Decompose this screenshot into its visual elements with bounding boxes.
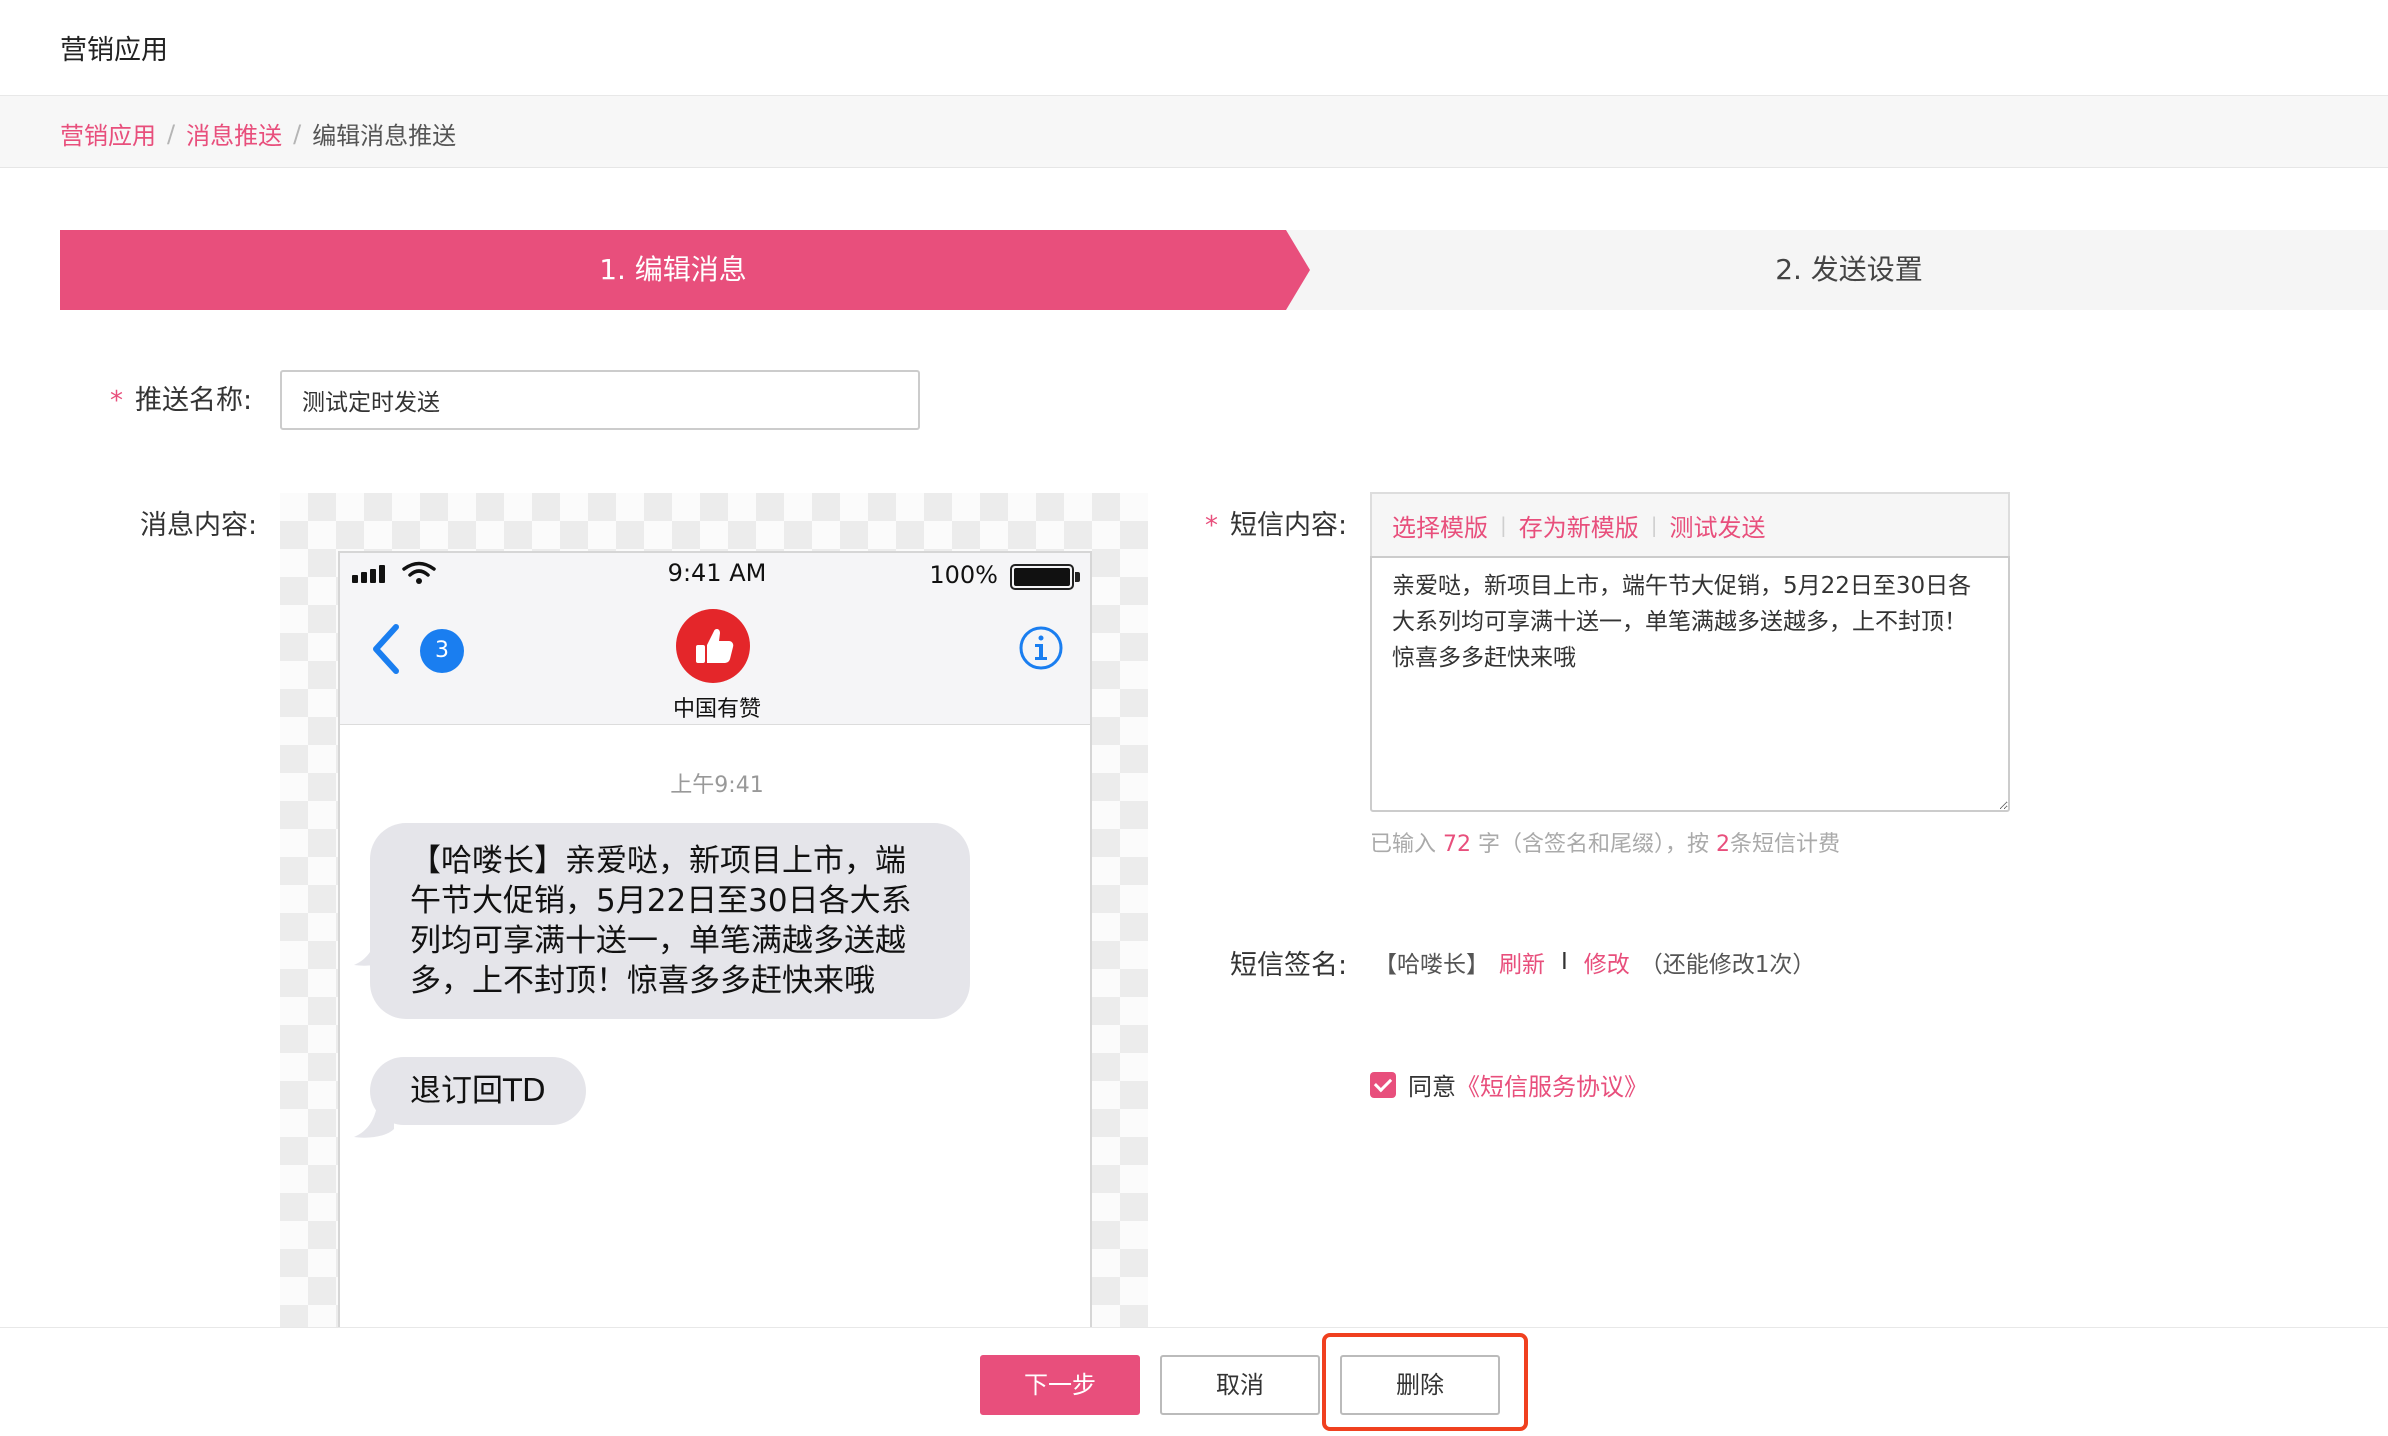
battery-percent: 100% <box>929 561 998 589</box>
step-edit-message-label: 1. 编辑消息 <box>599 253 747 286</box>
sms-service-agreement-link[interactable]: 《短信服务协议》 <box>1456 1067 1648 1102</box>
push-name-label-text: 推送名称: <box>135 385 253 416</box>
next-step-button[interactable]: 下一步 <box>980 1355 1140 1415</box>
contact-avatar <box>676 609 750 683</box>
test-send-link[interactable]: 测试发送 <box>1670 508 1766 543</box>
toolbar-divider: | <box>1500 513 1507 537</box>
phone-header: 9:41 AM 100% 3 中国有赞 <box>340 553 1090 725</box>
sms-char-count: 已输入 72 字（含签名和尾缀），按 2条短信计费 <box>1370 826 1840 858</box>
breadcrumb: 营销应用 / 消息推送 / 编辑消息推送 <box>60 116 456 151</box>
count-middle: 字（含签名和尾缀），按 <box>1478 832 1710 857</box>
select-template-link[interactable]: 选择模版 <box>1392 508 1488 543</box>
app-header: 营销应用 <box>0 0 2388 96</box>
signature-note: （还能修改1次） <box>1639 952 1816 978</box>
thumbs-up-icon <box>696 628 734 663</box>
count-messages: 2 <box>1716 832 1731 857</box>
message-preview: 9:41 AM 100% 3 中国有赞 上午9:41 【哈喽长】亲爱哒，新项目上… <box>280 493 1148 1327</box>
required-mark: * <box>110 386 123 416</box>
save-template-link[interactable]: 存为新模版 <box>1519 508 1639 543</box>
push-name-label: * 推送名称: <box>110 378 252 417</box>
sms-content-textarea[interactable]: 亲爱哒，新项目上市，端午节大促销，5月22日至30日各大系列均可享满十送一，单笔… <box>1370 556 2010 812</box>
count-chars: 72 <box>1443 832 1472 857</box>
message-content-label: 消息内容: <box>140 510 258 541</box>
count-suffix: 条短信计费 <box>1730 832 1841 857</box>
toolbar-divider: | <box>1650 513 1658 537</box>
message-bubble: 【哈喽长】亲爱哒，新项目上市，端午节大促销，5月22日至30日各大系列均可享满十… <box>370 823 970 1019</box>
battery-icon <box>1010 564 1074 590</box>
sms-signature-label: 短信签名: <box>1230 950 1348 981</box>
back-chevron-icon[interactable] <box>368 623 404 675</box>
sms-content-label: * 短信内容: <box>1205 503 1347 542</box>
agreement-row: 同意 《短信服务协议》 <box>1370 1067 1648 1102</box>
step-indicator: 1. 编辑消息 2. 发送设置 <box>60 230 2388 310</box>
push-name-input[interactable] <box>280 370 920 430</box>
signature-value: 【哈喽长】 <box>1374 952 1489 978</box>
info-icon[interactable] <box>1018 625 1064 671</box>
step-send-settings[interactable]: 2. 发送设置 <box>1310 230 2388 310</box>
status-bar: 9:41 AM 100% <box>340 553 1090 593</box>
breadcrumb-bar: 营销应用 / 消息推送 / 编辑消息推送 <box>0 96 2388 168</box>
sms-signature: 【哈喽长】 刷新 I 修改 （还能修改1次） <box>1374 945 1815 979</box>
count-prefix: 已输入 <box>1370 832 1437 857</box>
message-bubble: 退订回TD <box>370 1057 586 1125</box>
battery-cap <box>1075 572 1080 582</box>
signature-refresh-link[interactable]: 刷新 <box>1499 945 1545 979</box>
phone-mockup: 9:41 AM 100% 3 中国有赞 上午9:41 【哈喽长】亲爱哒，新项目上… <box>338 551 1092 1327</box>
cancel-button[interactable]: 取消 <box>1160 1355 1320 1415</box>
agreement-text: 同意 <box>1408 1073 1456 1101</box>
app-title: 营销应用 <box>60 35 168 66</box>
agreement-checkbox[interactable] <box>1370 1071 1396 1098</box>
contact-name: 中国有赞 <box>672 697 761 722</box>
sms-content-label-text: 短信内容: <box>1230 510 1348 541</box>
back-count-badge[interactable]: 3 <box>420 629 464 673</box>
breadcrumb-separator: / <box>293 119 302 148</box>
signature-edit-link[interactable]: 修改 <box>1584 945 1630 979</box>
footer-bar: 下一步 取消 删除 <box>0 1327 2388 1436</box>
signature-divider: I <box>1561 949 1568 975</box>
required-mark: * <box>1205 511 1218 541</box>
sms-toolbar: 选择模版 | 存为新模版 | 测试发送 <box>1370 492 2010 556</box>
breadcrumb-current: 编辑消息推送 <box>312 122 457 150</box>
message-timestamp: 上午9:41 <box>670 773 764 798</box>
breadcrumb-link-marketing[interactable]: 营销应用 <box>60 116 156 151</box>
delete-button[interactable]: 删除 <box>1340 1355 1500 1415</box>
breadcrumb-link-push[interactable]: 消息推送 <box>186 116 282 151</box>
breadcrumb-separator: / <box>167 119 176 148</box>
